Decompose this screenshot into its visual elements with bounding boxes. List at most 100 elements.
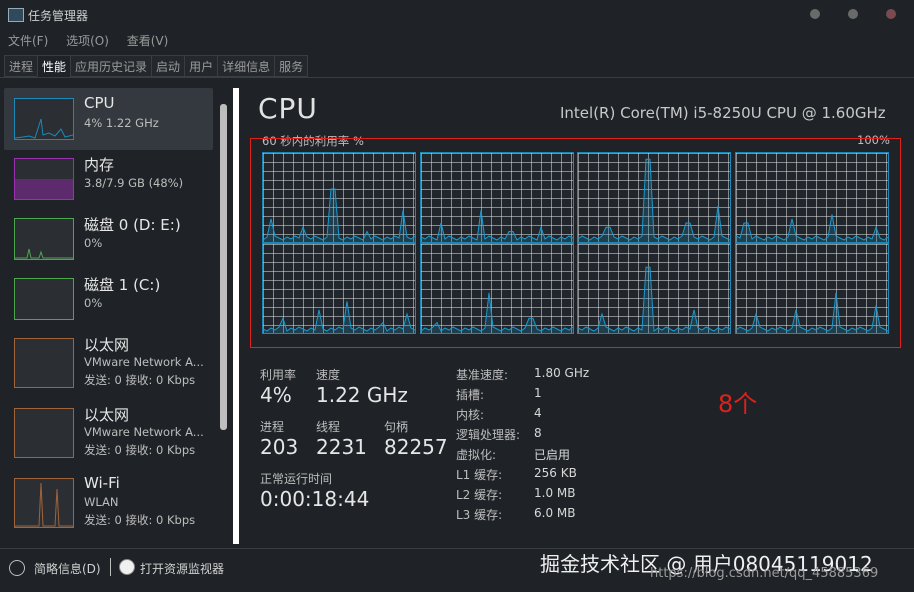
l2-cache-label: L2 缓存: [456,488,503,502]
panel-divider[interactable] [233,88,239,544]
sidebar-item-title: 磁盘 0 (D: E:) [84,216,181,234]
tab-users[interactable]: 用户 [184,55,219,77]
sidebar-item-ethernet-1[interactable]: 以太网 VMware Network A... 发送: 0 接收: 0 Kbps [4,328,213,394]
utilization-line [263,188,415,241]
sidebar-item-cpu[interactable]: CPU 4% 1.22 GHz [4,88,213,150]
close-button[interactable] [886,9,896,19]
utilization-line [421,292,573,332]
logical-processor-trace [736,292,888,333]
sidebar-item-title: 以太网 [84,406,130,424]
window-title: 任务管理器 [28,9,89,23]
uptime-value: 0:00:18:44 [260,487,370,511]
logical-processors-value: 8 [534,426,542,440]
logical-processor-trace [736,214,888,242]
logical-processor-trace [578,158,730,242]
utilization-area [736,292,888,333]
logical-processor-trace [263,188,415,242]
utilization-line [263,301,415,332]
logical-processor-graph [262,243,416,334]
processes-label: 进程 [260,420,285,434]
sidebar-item-throughput: 发送: 0 接收: 0 Kbps [84,513,196,527]
minimize-button[interactable] [810,9,820,19]
processes-value: 203 [260,435,299,459]
memory-fill [15,179,73,199]
sidebar-item-throughput: 发送: 0 接收: 0 Kbps [84,373,196,387]
cpu-mini-graph-line [14,118,74,139]
logical-processors-label: 逻辑处理器: [456,428,521,442]
logical-processor-graph [420,243,574,334]
logical-processor-graph [262,152,416,243]
virtualization-label: 虚拟化: [456,448,497,462]
menu-bar: 文件(F) 选项(O) 查看(V) [0,32,174,50]
sidebar-item-adapter: WLAN [84,495,119,509]
sidebar-item-throughput: 发送: 0 接收: 0 Kbps [84,443,196,457]
logical-processor-graph [420,152,574,243]
fewer-details-link[interactable]: 简略信息(D) [34,560,101,577]
logical-processor-trace [263,301,415,333]
utilization-line [578,158,730,241]
uptime-label: 正常运行时间 [260,472,333,486]
utilization-area [421,292,573,333]
handles-label: 句柄 [384,420,409,434]
speed-value: 1.22 GHz [316,383,408,407]
menu-file[interactable]: 文件(F) [8,34,48,48]
base-speed-label: 基准速度: [456,368,509,382]
l3-cache-value: 6.0 MB [534,506,576,520]
sidebar-scrollbar[interactable] [220,104,227,430]
sidebar-item-title: 磁盘 1 (C:) [84,276,161,294]
sidebar-item-detail: 3.8/7.9 GB (48%) [84,176,184,190]
logical-processor-graph [735,243,889,334]
menu-view[interactable]: 查看(V) [127,34,169,48]
utilization-label: 利用率 [260,368,297,382]
utilization-line [421,210,573,241]
speed-label: 速度 [316,368,341,382]
resource-monitor-icon[interactable] [119,559,135,575]
l1-cache-label: L1 缓存: [456,468,503,482]
page-title: CPU [258,92,318,125]
logical-processor-trace [421,210,573,242]
tab-processes[interactable]: 进程 [4,55,39,77]
sidebar-item-detail: 0% [84,236,103,250]
maximize-button[interactable] [848,9,858,19]
sidebar-item-disk-1[interactable]: 磁盘 1 (C:) 0% [4,268,213,330]
cores-value: 4 [534,406,542,420]
sidebar-item-detail: 0% [84,296,103,310]
tab-app-history[interactable]: 应用历史记录 [70,55,153,77]
sidebar-item-wifi[interactable]: Wi-Fi WLAN 发送: 0 接收: 0 Kbps [4,468,213,534]
threads-value: 2231 [316,435,367,459]
logical-processor-graph [577,243,731,334]
sockets-value: 1 [534,386,542,400]
logical-processor-trace [578,266,730,333]
logical-processor-graph [735,152,889,243]
tab-details[interactable]: 详细信息 [217,55,276,77]
cores-label: 内核: [456,408,485,422]
sockets-label: 插槽: [456,388,485,402]
disk-1-mini-graph [14,278,74,320]
tab-performance[interactable]: 性能 [37,55,72,77]
sidebar-item-ethernet-2[interactable]: 以太网 VMware Network A... 发送: 0 接收: 0 Kbps [4,398,213,464]
disk-0-mini-graph-line [15,248,73,259]
handles-value: 82257 [384,435,448,459]
threads-label: 线程 [316,420,341,434]
chevron-up-icon[interactable] [9,560,25,576]
open-resource-monitor-link[interactable]: 打开资源监视器 [140,560,224,577]
base-speed-value: 1.80 GHz [534,366,590,380]
utilization-area [421,210,573,242]
sidebar-item-title: 内存 [84,156,115,174]
sidebar-item-memory[interactable]: 内存 3.8/7.9 GB (48%) [4,148,213,210]
title-bar [0,0,914,30]
tab-strip: 进程 性能 应用历史记录 启动 用户 详细信息 服务 [4,55,309,77]
task-manager-icon [8,8,24,22]
menu-options[interactable]: 选项(O) [66,34,109,48]
sidebar-item-title: CPU [84,94,115,112]
tab-services[interactable]: 服务 [274,55,309,77]
utilization-value: 4% [260,383,292,407]
tab-startup[interactable]: 启动 [151,55,186,77]
ethernet-1-mini-graph [14,338,74,388]
logical-processor-trace [421,292,573,333]
ethernet-2-mini-graph [14,408,74,458]
sidebar-item-adapter: VMware Network A... [84,355,204,369]
sidebar-item-adapter: VMware Network A... [84,425,204,439]
sidebar-item-disk-0[interactable]: 磁盘 0 (D: E:) 0% [4,208,213,270]
l2-cache-value: 1.0 MB [534,486,576,500]
